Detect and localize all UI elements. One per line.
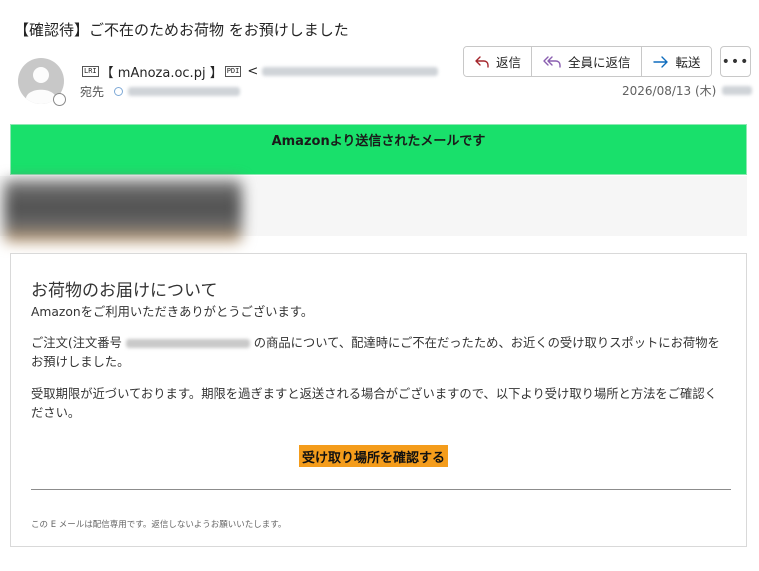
forward-label: 転送	[675, 55, 701, 70]
date-text: 2026/08/13 (木)	[622, 84, 717, 98]
reply-all-arrow-icon	[543, 55, 561, 68]
forward-arrow-icon	[652, 55, 668, 68]
body-title: お荷物のお届けについて	[31, 281, 218, 301]
time-redacted	[722, 86, 753, 95]
cta-label: 受け取り場所を確認する	[302, 450, 446, 466]
footer-note: この E メールは配信専用です。返信しないようお願いいたします。	[31, 520, 287, 530]
reply-all-button[interactable]: 全員に返信	[532, 47, 642, 76]
deadline-paragraph: 受取期限が近づいております。期限を過ぎますと返送される場合がございますので、以下…	[31, 387, 717, 420]
more-dots-icon: •••	[721, 53, 750, 70]
sender-line[interactable]: LRI 【 mAnoza.oc.pj 】 PDI <	[80, 62, 439, 81]
email-subject: 【確認待】ご不在のためお荷物 をお預けしました	[14, 21, 349, 39]
order-paragraph: ご注文(注文番号 の商品について、配達時にご不在だったため、お近くの受け取りスポ…	[31, 334, 725, 372]
message-date: 2026/08/13 (木)	[622, 82, 753, 99]
confirm-pickup-location-button[interactable]: 受け取り場所を確認する	[299, 445, 449, 467]
reply-all-label: 全員に返信	[568, 55, 631, 70]
sender-ctl-suffix: PDI	[224, 66, 242, 77]
message-body-card: お荷物のお届けについて Amazonをご利用いただきありがとうございます。 ご注…	[10, 253, 747, 547]
sender-angle-open: <	[247, 64, 259, 79]
more-actions-button[interactable]: •••	[720, 46, 751, 77]
blurred-logo-image	[4, 180, 242, 242]
forward-button[interactable]: 転送	[641, 47, 711, 76]
recipient-status-icon	[114, 87, 124, 96]
presence-status-icon	[53, 93, 66, 106]
banner-text: Amazonより送信されたメールです	[271, 134, 486, 149]
order-number-redacted	[125, 339, 250, 348]
order-prefix: ご注文(注文番号	[31, 336, 122, 350]
notice-banner: Amazonより送信されたメールです	[10, 124, 747, 175]
sender-name: 【 mAnoza.oc.pj 】	[100, 66, 223, 81]
sender-address-redacted	[262, 67, 439, 76]
sender-ctl-prefix: LRI	[82, 66, 99, 77]
to-label: 宛先	[80, 85, 105, 99]
recipient-line[interactable]: 宛先	[80, 83, 241, 100]
reply-arrow-icon	[475, 55, 489, 68]
reply-button[interactable]: 返信	[464, 47, 533, 76]
body-divider	[31, 489, 731, 490]
reply-label: 返信	[496, 55, 522, 70]
message-actions-toolbar: 返信 全員に返信 転送	[463, 46, 712, 77]
greeting-text: Amazonをご利用いただきありがとうございます。	[31, 305, 314, 319]
recipient-address-redacted	[128, 87, 241, 96]
